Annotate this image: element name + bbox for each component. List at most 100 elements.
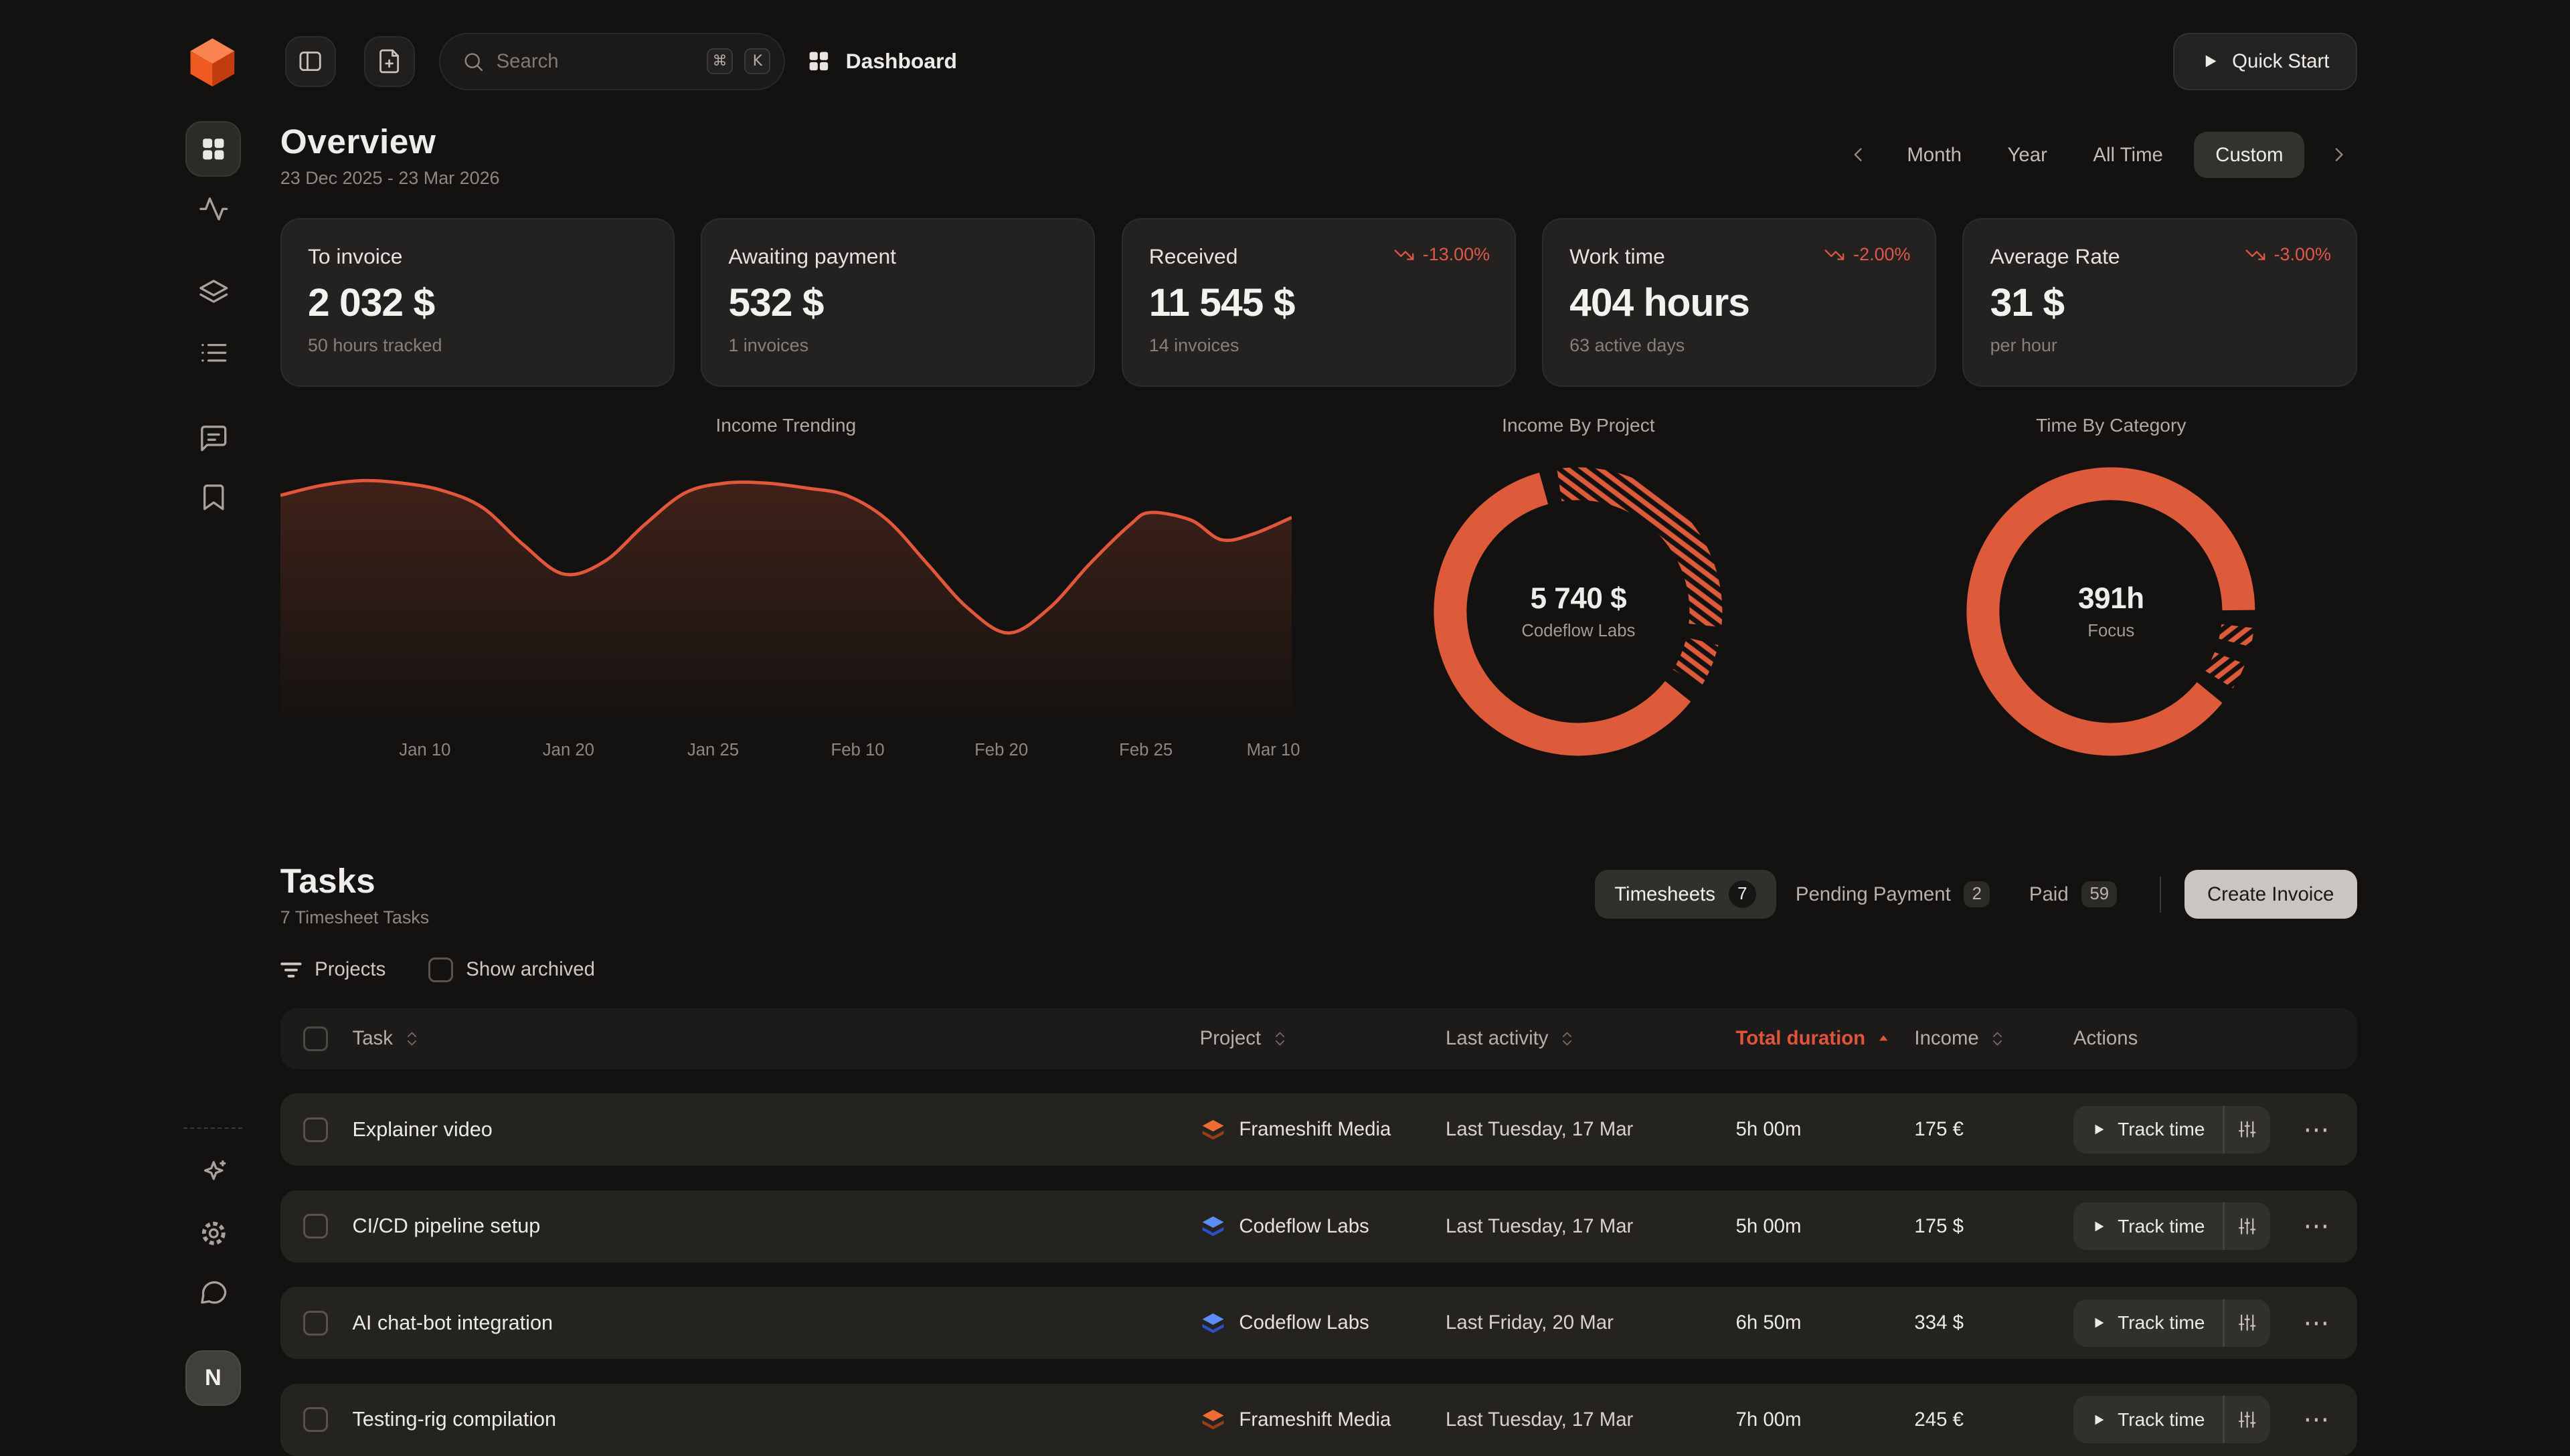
track-time-button[interactable]: Track time — [2073, 1106, 2270, 1154]
last-activity: Last Tuesday, 17 Mar — [1446, 1408, 1735, 1431]
tab-timesheets[interactable]: Timesheets 7 — [1595, 870, 1776, 919]
row-checkbox[interactable] — [303, 1407, 328, 1432]
sidebar-divider — [183, 1127, 242, 1129]
tab-pending-payment[interactable]: Pending Payment 2 — [1776, 870, 2010, 919]
column-project[interactable]: Project — [1200, 1027, 1446, 1050]
overview-date-range: 23 Dec 2025 - 23 Mar 2026 — [280, 168, 500, 189]
select-all-checkbox[interactable] — [303, 1026, 328, 1051]
time-adjust-button[interactable] — [2225, 1202, 2271, 1250]
range-all-time-button[interactable]: All Time — [2078, 132, 2178, 177]
last-activity: Last Friday, 20 Mar — [1446, 1311, 1735, 1334]
row-menu-button[interactable]: ⋯ — [2303, 1406, 2331, 1433]
stat-card-work-time: Work time 404 hours 63 active days -2.00… — [1542, 218, 1936, 387]
table-row[interactable]: Explainer video Frameshift Media Last Tu… — [280, 1093, 2357, 1166]
activity-icon — [198, 193, 230, 225]
tab-count-badge: 2 — [1964, 881, 1990, 907]
actions-cell: Track time ⋯ — [2073, 1396, 2357, 1443]
bookmark-icon — [198, 482, 230, 513]
sidebar-item-support[interactable] — [198, 1277, 230, 1308]
time-by-category-chart: Time By Category 391h Focus — [1865, 415, 2357, 776]
income-trending-chart: Income Trending Jan 10 Jan 20 Jan 25 Feb… — [280, 415, 1292, 776]
income-trending-svg — [280, 458, 1292, 717]
projects-filter-button[interactable]: Projects — [280, 958, 386, 981]
track-time-button[interactable]: Track time — [2073, 1396, 2270, 1443]
sidebar-item-settings[interactable] — [198, 1218, 230, 1249]
range-month-button[interactable]: Month — [1892, 132, 1976, 177]
chevron-left-icon — [1847, 143, 1869, 166]
task-name: AI chat-bot integration — [353, 1311, 1200, 1335]
total-duration: 5h 00m — [1735, 1118, 1914, 1141]
project-cell: Frameshift Media — [1200, 1117, 1446, 1143]
project-layers-icon — [1200, 1117, 1226, 1143]
project-name: Codeflow Labs — [1239, 1311, 1369, 1334]
income: 175 $ — [1914, 1215, 2073, 1238]
tab-count-badge: 7 — [1729, 881, 1757, 909]
table-row[interactable]: AI chat-bot integration Codeflow Labs La… — [280, 1287, 2357, 1359]
sidebar-item-bookmarks[interactable] — [198, 482, 230, 513]
show-archived-checkbox[interactable] — [428, 958, 453, 982]
stat-card-awaiting-payment: Awaiting payment 532 $ 1 invoices — [701, 218, 1095, 387]
column-total-duration[interactable]: Total duration — [1735, 1027, 1914, 1050]
time-adjust-button[interactable] — [2225, 1106, 2271, 1154]
table-row[interactable]: CI/CD pipeline setup Codeflow Labs Last … — [280, 1190, 2357, 1263]
range-year-button[interactable]: Year — [1992, 132, 2061, 177]
show-archived-toggle: Show archived — [428, 958, 595, 982]
track-time-button[interactable]: Track time — [2073, 1202, 2270, 1250]
project-layers-icon — [1200, 1310, 1226, 1336]
column-task[interactable]: Task — [353, 1027, 1200, 1050]
sidebar-item-projects[interactable] — [198, 278, 230, 310]
sidebar-item-assistant[interactable] — [198, 1157, 230, 1188]
row-checkbox[interactable] — [303, 1117, 328, 1142]
project-name: Frameshift Media — [1239, 1118, 1391, 1141]
row-checkbox[interactable] — [303, 1311, 328, 1336]
stat-card-to-invoice: To invoice 2 032 $ 50 hours tracked — [280, 218, 675, 387]
tab-paid[interactable]: Paid 59 — [2009, 870, 2136, 919]
sidebar-item-activity[interactable] — [198, 193, 230, 225]
column-income[interactable]: Income — [1914, 1027, 2073, 1050]
row-menu-button[interactable]: ⋯ — [2303, 1117, 2331, 1143]
track-time-button[interactable]: Track time — [2073, 1299, 2270, 1347]
column-last-activity[interactable]: Last activity — [1446, 1027, 1735, 1050]
sidebar-item-tasks[interactable] — [198, 337, 230, 369]
dashboard-icon — [199, 135, 228, 163]
sliders-icon — [2237, 1410, 2257, 1429]
chevron-right-icon — [2328, 143, 2350, 166]
layers-icon — [198, 278, 230, 310]
time-adjust-button[interactable] — [2225, 1299, 2271, 1347]
income: 245 € — [1914, 1408, 2073, 1431]
trend-badge: -2.00% — [1824, 244, 1910, 266]
trend-badge: -13.00% — [1393, 244, 1490, 266]
total-duration: 5h 00m — [1735, 1215, 1914, 1238]
total-duration: 6h 50m — [1735, 1311, 1914, 1334]
range-prev-button[interactable] — [1840, 137, 1876, 173]
user-avatar[interactable]: N — [185, 1350, 241, 1406]
project-layers-icon — [1200, 1213, 1226, 1239]
range-custom-button[interactable]: Custom — [2194, 132, 2304, 177]
row-menu-button[interactable]: ⋯ — [2303, 1213, 2331, 1239]
table-header: Task Project Last activity Total duratio… — [280, 1008, 2357, 1069]
row-menu-button[interactable]: ⋯ — [2303, 1310, 2331, 1336]
play-icon — [2091, 1219, 2106, 1234]
table-row[interactable]: Testing-rig compilation Frameshift Media… — [280, 1384, 2357, 1456]
x-axis-labels: Jan 10 Jan 20 Jan 25 Feb 10 Feb 20 Feb 2… — [280, 741, 1292, 763]
task-name: Testing-rig compilation — [353, 1408, 1200, 1431]
total-duration: 7h 00m — [1735, 1408, 1914, 1431]
sliders-icon — [2237, 1313, 2257, 1332]
list-icon — [198, 337, 230, 369]
main-content: Overview 23 Dec 2025 - 23 Mar 2026 Month… — [280, 0, 2357, 1456]
column-actions: Actions — [2073, 1027, 2357, 1050]
row-checkbox[interactable] — [303, 1214, 328, 1239]
range-next-button[interactable] — [2321, 137, 2357, 173]
tab-count-badge: 59 — [2081, 881, 2117, 907]
task-name: CI/CD pipeline setup — [353, 1214, 1200, 1238]
sort-icon — [1271, 1030, 1289, 1048]
create-invoice-button[interactable]: Create Invoice — [2184, 870, 2357, 919]
time-adjust-button[interactable] — [2225, 1396, 2271, 1443]
sidebar-item-notes[interactable] — [198, 423, 230, 454]
filter-icon — [280, 960, 302, 980]
sidebar-item-dashboard[interactable] — [185, 121, 241, 177]
project-cell: Frameshift Media — [1200, 1406, 1446, 1433]
donut-center: 391h Focus — [1947, 448, 2275, 776]
sort-ascending-icon — [1875, 1030, 1891, 1046]
trending-down-icon — [1393, 244, 1415, 266]
